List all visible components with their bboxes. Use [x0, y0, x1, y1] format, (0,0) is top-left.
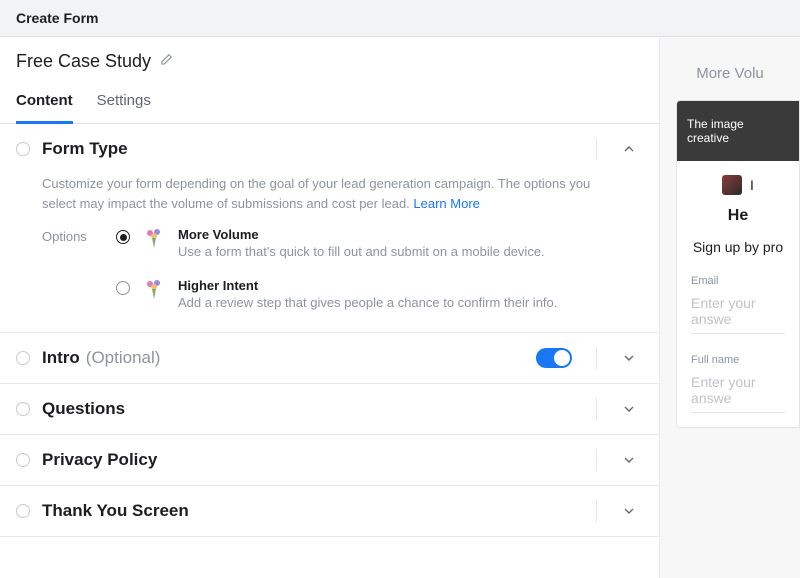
section-title: Questions	[42, 399, 578, 419]
section-title: Thank You Screen	[42, 501, 578, 521]
section-intro-head[interactable]: Intro (Optional)	[0, 333, 659, 383]
option-desc: Use a form that's quick to fill out and …	[178, 242, 643, 262]
chevron-down-icon[interactable]	[615, 503, 643, 519]
divider	[596, 500, 597, 522]
section-thankyou-head[interactable]: Thank You Screen	[0, 486, 659, 536]
form-name-row[interactable]: Free Case Study	[0, 37, 659, 82]
chevron-down-icon[interactable]	[615, 350, 643, 366]
divider	[596, 138, 597, 160]
section-title: Intro (Optional)	[42, 348, 524, 368]
brand-initial: I	[750, 177, 754, 193]
section-privacy-head[interactable]: Privacy Policy	[0, 435, 659, 485]
section-intro: Intro (Optional)	[0, 333, 659, 384]
tab-settings[interactable]: Settings	[97, 82, 151, 124]
preview-field-email: Email Enter your answe	[677, 269, 799, 348]
preview-panel: More Volu The image creative I He Sign u…	[660, 37, 800, 578]
preview-heading: He	[677, 199, 799, 239]
preview-banner: The image creative	[677, 101, 799, 161]
modal-title: Create Form	[0, 0, 800, 37]
section-privacy-policy: Privacy Policy	[0, 435, 659, 486]
section-form-type-head[interactable]: Form Type	[0, 124, 659, 174]
avatar	[722, 175, 742, 195]
divider	[596, 398, 597, 420]
field-label: Full name	[691, 354, 785, 366]
edit-icon[interactable]	[159, 53, 173, 70]
preview-field-fullname: Full name Enter your answe	[677, 348, 799, 427]
radio-icon[interactable]	[116, 230, 130, 244]
options-label: Options	[42, 227, 98, 312]
preview-card: The image creative I He Sign up by pro E…	[676, 100, 800, 428]
radio-icon[interactable]	[116, 281, 130, 295]
field-label: Email	[691, 275, 785, 287]
field-input[interactable]: Enter your answe	[691, 295, 785, 334]
chevron-down-icon[interactable]	[615, 452, 643, 468]
form-name: Free Case Study	[16, 51, 151, 72]
left-panel: Free Case Study Content Settings Form Ty…	[0, 37, 660, 578]
chevron-down-icon[interactable]	[615, 401, 643, 417]
preview-brand-row: I	[677, 161, 799, 199]
learn-more-link[interactable]: Learn More	[413, 196, 479, 211]
section-title: Form Type	[42, 139, 578, 159]
bullet-icon	[16, 504, 30, 518]
preview-mode-label: More Volu	[660, 55, 800, 100]
section-thank-you: Thank You Screen	[0, 486, 659, 537]
bullet-icon	[16, 402, 30, 416]
option-title: More Volume	[178, 227, 643, 242]
bullet-icon	[16, 351, 30, 365]
bouquet-icon	[142, 226, 166, 250]
bullet-icon	[16, 142, 30, 156]
section-title: Privacy Policy	[42, 450, 578, 470]
section-questions-head[interactable]: Questions	[0, 384, 659, 434]
chevron-up-icon[interactable]	[615, 141, 643, 157]
form-type-description: Customize your form depending on the goa…	[42, 174, 602, 213]
section-questions: Questions	[0, 384, 659, 435]
option-higher-intent[interactable]: Higher Intent Add a review step that giv…	[116, 278, 643, 313]
tab-content[interactable]: Content	[16, 82, 73, 124]
divider	[596, 449, 597, 471]
intro-toggle[interactable]	[536, 348, 572, 368]
field-input[interactable]: Enter your answe	[691, 374, 785, 413]
preview-signup: Sign up by pro	[677, 239, 799, 269]
option-desc: Add a review step that gives people a ch…	[178, 293, 643, 313]
option-title: Higher Intent	[178, 278, 643, 293]
divider	[596, 347, 597, 369]
bullet-icon	[16, 453, 30, 467]
bouquet-icon	[142, 277, 166, 301]
option-more-volume[interactable]: More Volume Use a form that's quick to f…	[116, 227, 643, 262]
tabs: Content Settings	[0, 82, 659, 124]
section-form-type: Form Type Customize your form depending …	[0, 124, 659, 333]
